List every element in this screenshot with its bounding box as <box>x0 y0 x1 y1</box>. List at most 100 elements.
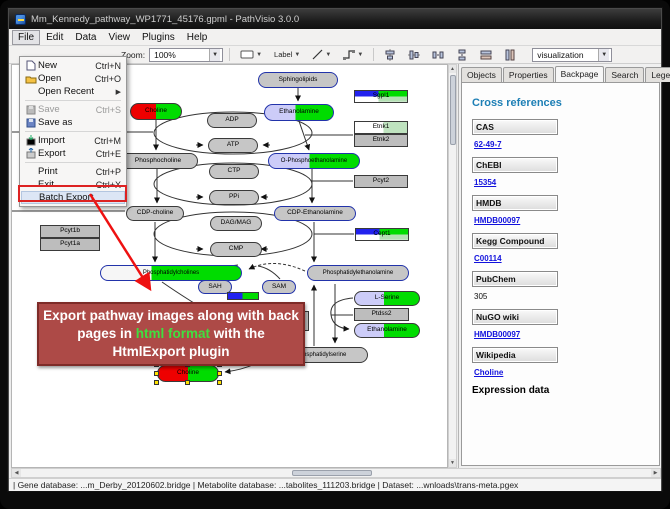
pathway-node-sgpl1[interactable]: Sgpl1 <box>354 90 408 103</box>
pathway-node-ctp[interactable]: CTP <box>209 164 259 179</box>
node-label: Etnk2 <box>373 137 390 144</box>
zoom-combobox[interactable]: 100% ▼ <box>149 48 223 62</box>
xref-link[interactable]: Choline <box>474 368 659 377</box>
menu-item-print[interactable]: PrintCtrl+P <box>21 165 125 178</box>
tab-search[interactable]: Search <box>605 67 644 82</box>
pathway-node-phosphatidylcholines[interactable]: Phosphatidylcholines <box>100 265 242 281</box>
annotation-callout: Export pathway images along with back pa… <box>37 302 305 366</box>
pathway-node-ptdss2[interactable]: Ptdss2 <box>354 308 409 321</box>
chevron-down-icon[interactable]: ▼ <box>256 52 262 58</box>
menu-item-export[interactable]: ExportCtrl+E <box>21 147 125 160</box>
chevron-down-icon[interactable]: ▼ <box>357 52 363 58</box>
chevron-down-icon[interactable]: ▼ <box>209 49 220 61</box>
menu-item-save-as[interactable]: Save as <box>21 116 125 129</box>
chevron-down-icon[interactable]: ▼ <box>598 49 609 61</box>
menu-item-label: Export <box>38 148 65 159</box>
menu-view[interactable]: View <box>102 30 136 45</box>
chevron-down-icon[interactable]: ▼ <box>325 52 331 58</box>
menu-bar: FileEditDataViewPluginsHelp <box>9 29 661 46</box>
pathway-node-o-phosphoethanolamine[interactable]: O-Phosphoethanolamine <box>268 153 360 169</box>
pathway-node-sam[interactable]: SAM <box>262 280 296 294</box>
menu-edit[interactable]: Edit <box>40 30 69 45</box>
line-tool-button[interactable]: ▼ <box>308 48 335 62</box>
menu-item-new[interactable]: NewCtrl+N <box>21 59 125 72</box>
xref-link[interactable]: HMDB00097 <box>474 330 659 339</box>
tab-objects[interactable]: Objects <box>461 67 502 82</box>
node-label: Phosphatidylcholines <box>143 270 199 276</box>
scroll-down-icon[interactable]: ▼ <box>449 459 456 467</box>
pathway-node-ppi[interactable]: PPi <box>209 190 259 205</box>
xref-link[interactable]: HMDB00097 <box>474 216 659 225</box>
menu-help[interactable]: Help <box>181 30 214 45</box>
menu-item-save[interactable]: SaveCtrl+S <box>21 103 125 116</box>
pathway-node-atp[interactable]: ATP <box>208 138 258 153</box>
selection-handle-e[interactable] <box>217 371 222 376</box>
pathway-node-l-serine[interactable]: L-Serine <box>354 291 420 306</box>
pathway-node-choline-top[interactable]: Choline <box>130 103 182 120</box>
xref-link[interactable]: 62-49-7 <box>474 140 659 149</box>
menu-item-open[interactable]: OpenCtrl+O <box>21 72 125 85</box>
xref-link[interactable]: C00114 <box>474 254 659 263</box>
pathway-node-dag-mag[interactable]: DAG/MAG <box>210 216 262 231</box>
menu-plugins[interactable]: Plugins <box>136 30 181 45</box>
xref-section-kegg-compound: Kegg CompoundC00114 <box>472 233 659 263</box>
align-center-y-button[interactable] <box>404 48 424 62</box>
menu-item-label: Save <box>38 104 60 115</box>
pathway-node-etnk1[interactable]: Etnk1 <box>354 121 408 134</box>
scroll-left-icon[interactable]: ◀ <box>12 469 21 477</box>
distribute-h-button[interactable] <box>428 48 448 62</box>
pathway-node-phosphatidylethanolamine[interactable]: Phosphatidylethanolamine <box>307 265 409 281</box>
scroll-up-icon[interactable]: ▲ <box>449 65 456 73</box>
pathway-node-pemt-partial[interactable] <box>227 292 259 300</box>
cross-references-heading: Cross references <box>472 97 659 109</box>
backpage-panel[interactable]: Cross references CAS62-49-7ChEBI15354HMD… <box>461 82 660 466</box>
connector-tool-button[interactable]: ▼ <box>339 48 367 62</box>
vertical-scroll-thumb[interactable] <box>450 75 456 145</box>
menu-data[interactable]: Data <box>69 30 102 45</box>
xref-link[interactable]: 15354 <box>474 178 659 187</box>
menu-file[interactable]: File <box>12 30 40 45</box>
title-bar[interactable]: Mm_Kennedy_pathway_WP1771_45176.gpml - P… <box>9 9 661 29</box>
pathway-node-ethanolamine-bottom[interactable]: Ethanolamine <box>354 323 420 338</box>
pathway-node-etnk2[interactable]: Etnk2 <box>354 134 408 147</box>
canvas-horizontal-scrollbar[interactable]: ◀ ▶ <box>11 468 661 478</box>
menu-item-import[interactable]: ImportCtrl+M <box>21 134 125 147</box>
gene-datanode-button[interactable]: ▼ <box>236 48 266 62</box>
align-center-x-button[interactable] <box>380 48 400 62</box>
canvas-vertical-scrollbar[interactable]: ▲ ▼ <box>448 64 457 468</box>
selection-handle-w[interactable] <box>154 371 159 376</box>
menu-item-open-recent[interactable]: Open Recent▶ <box>21 85 125 98</box>
tab-backpage[interactable]: Backpage <box>555 66 605 82</box>
pathway-node-choline-selected[interactable]: Choline <box>157 365 219 382</box>
align-center-y-icon <box>408 49 420 61</box>
xref-value: 305 <box>474 292 659 301</box>
pathway-node-pcyt2[interactable]: Pcyt2 <box>354 175 408 188</box>
xref-section-nugo-wiki: NuGO wikiHMDB00097 <box>472 309 659 339</box>
pathway-node-phosphocholine[interactable]: Phosphocholine <box>118 153 198 169</box>
scroll-right-icon[interactable]: ▶ <box>651 469 660 477</box>
pathway-node-sphingolipids[interactable]: Sphingolipids <box>258 72 338 88</box>
horizontal-scroll-thumb[interactable] <box>292 470 372 476</box>
label-tool-button[interactable]: Label ▼ <box>270 48 304 62</box>
selection-handle-sw[interactable] <box>154 380 159 385</box>
tab-legend[interactable]: Legend <box>645 67 670 82</box>
pathway-node-pcyt1b[interactable]: Pcyt1b <box>40 225 100 238</box>
selection-handle-se[interactable] <box>217 380 222 385</box>
selection-handle-s[interactable] <box>185 380 190 385</box>
chevron-down-icon[interactable]: ▼ <box>294 52 300 58</box>
match-height-button[interactable] <box>500 48 520 62</box>
pathway-node-ethanolamine-top[interactable]: Ethanolamine <box>264 104 334 121</box>
node-label: Sphingolipids <box>279 77 318 84</box>
side-panel-tabs: ObjectsPropertiesBackpageSearchLegend <box>461 66 660 82</box>
distribute-v-button[interactable] <box>452 48 472 62</box>
pathway-node-pcyt1a[interactable]: Pcyt1a <box>40 238 100 251</box>
match-width-button[interactable] <box>476 48 496 62</box>
pathway-node-cdp-choline[interactable]: CDP-choline <box>126 206 184 221</box>
pathway-node-adp[interactable]: ADP <box>207 113 257 128</box>
pathway-node-cdp-ethanolamine[interactable]: CDP-Ethanolamine <box>274 206 356 221</box>
pathway-node-cmp[interactable]: CMP <box>210 242 262 257</box>
tab-properties[interactable]: Properties <box>503 67 554 82</box>
node-label: Sgpl1 <box>373 93 390 100</box>
visualization-combobox[interactable]: visualization ▼ <box>532 48 612 62</box>
pathway-node-cept1[interactable]: Cept1 <box>355 228 409 241</box>
